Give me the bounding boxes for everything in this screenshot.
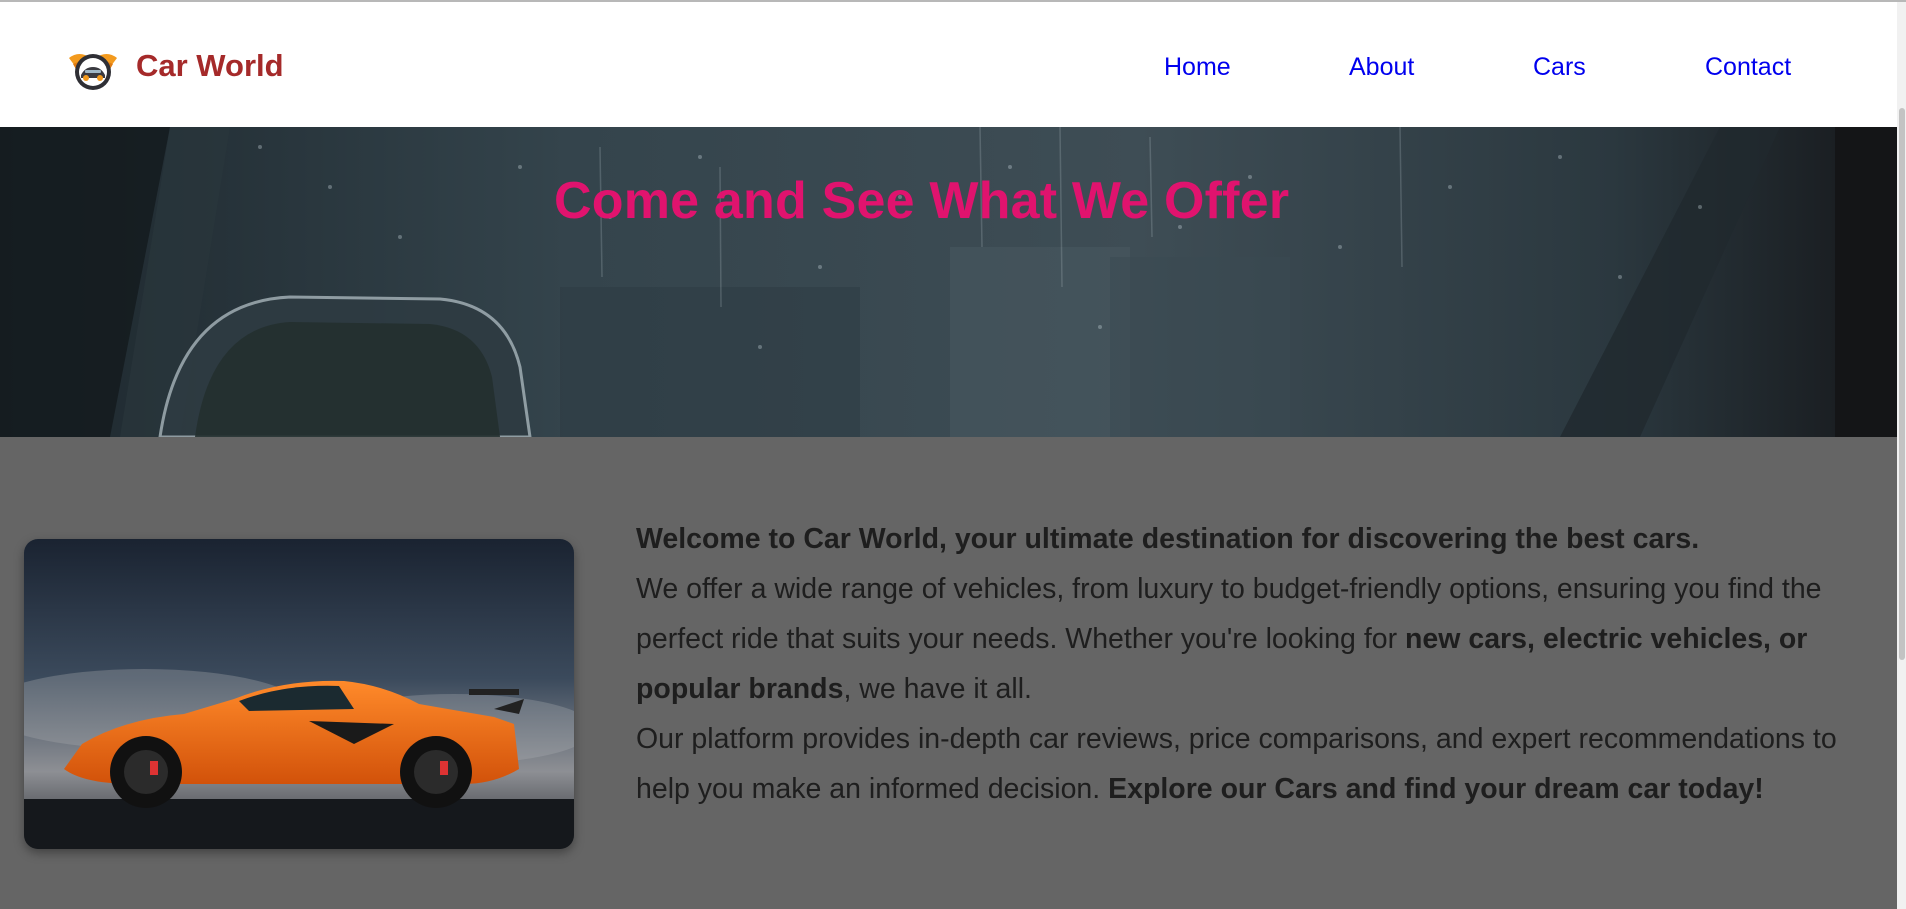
about-section: Welcome to Car World, your ultimate dest… [0, 437, 1897, 909]
nav-home[interactable]: Home [1164, 53, 1231, 82]
about-text: Welcome to Car World, your ultimate dest… [636, 514, 1876, 814]
paragraph-offer: We offer a wide range of vehicles, from … [636, 564, 1876, 714]
brand-name[interactable]: Car World [136, 48, 284, 84]
scrollbar-thumb[interactable] [1899, 108, 1905, 660]
nav-cars[interactable]: Cars [1533, 53, 1586, 82]
nav-contact[interactable]: Contact [1705, 53, 1791, 82]
hero-banner: Come and See What We Offer [0, 127, 1897, 437]
platform-cta: Explore our Cars and find your dream car… [1108, 773, 1764, 805]
offer-text-end: , we have it all. [843, 673, 1032, 705]
paragraph-platform: Our platform provides in-depth car revie… [636, 714, 1876, 814]
hero-title: Come and See What We Offer [554, 172, 1290, 230]
sports-car-image [24, 539, 574, 849]
nav-about[interactable]: About [1349, 53, 1414, 82]
site-header: Car World Home About Cars Contact [0, 2, 1897, 127]
car-wings-logo-icon[interactable] [65, 44, 121, 94]
intro-heading: Welcome to Car World, your ultimate dest… [636, 523, 1700, 555]
